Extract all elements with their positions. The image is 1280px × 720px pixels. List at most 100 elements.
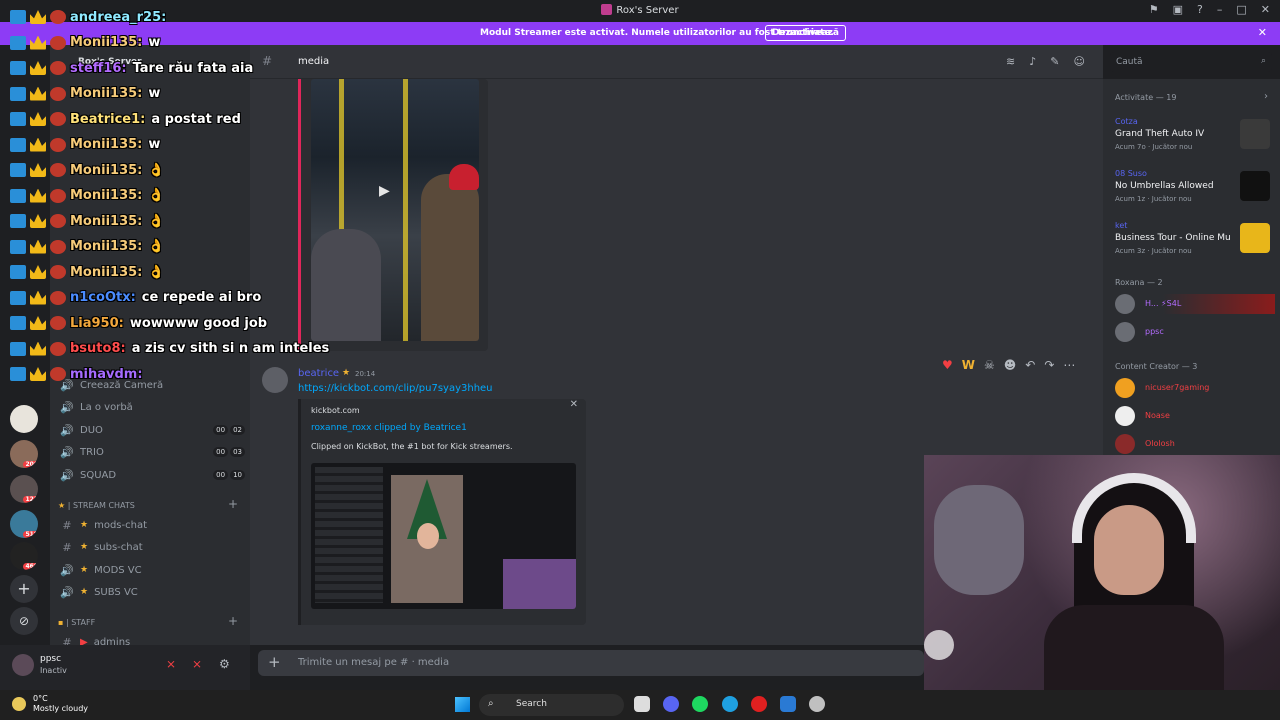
chevron-right-icon[interactable]: › bbox=[1264, 91, 1268, 102]
channel-header: # media ≋ ♪ ✎ ☺ bbox=[250, 45, 1103, 79]
embed-title[interactable]: roxanne_roxx clipped by Beatrice1 bbox=[311, 423, 467, 433]
member-item[interactable]: ppsc bbox=[1115, 322, 1275, 342]
channel-label: MODS VC bbox=[94, 564, 142, 576]
streamer-body bbox=[1044, 605, 1224, 690]
remove-embed-icon[interactable]: ✕ bbox=[570, 399, 578, 410]
reply-icon[interactable]: ↶ bbox=[1025, 358, 1035, 372]
add-channel-icon[interactable]: + bbox=[228, 497, 238, 511]
close-banner-icon[interactable]: ✕ bbox=[1258, 26, 1267, 39]
message-composer[interactable]: + Trimite un mesaj pe # · media bbox=[258, 650, 924, 676]
member-item[interactable]: nicuser7gaming bbox=[1115, 378, 1275, 398]
channel-label: subs-chat bbox=[94, 541, 143, 553]
channel-squad[interactable]: 🔊 SQUAD 00 10 bbox=[60, 465, 245, 485]
user-count: 00 10 bbox=[213, 470, 245, 480]
embed-image[interactable] bbox=[311, 463, 576, 609]
activity-game: Grand Theft Auto IV bbox=[1115, 129, 1205, 139]
category-stream-chats[interactable]: ★ | STREAM CHATS bbox=[58, 501, 135, 510]
search-input[interactable]: Caută ⌕ bbox=[1110, 52, 1272, 72]
voice-icon: 🔊 bbox=[60, 468, 74, 482]
activity-card[interactable]: 08 Suso No Umbrellas Allowed Acum 1z · J… bbox=[1111, 167, 1272, 211]
attach-icon[interactable]: + bbox=[268, 653, 281, 671]
channel-admins[interactable]: # ▶ admins bbox=[60, 632, 245, 646]
notifications-icon[interactable]: ♪ bbox=[1029, 55, 1036, 68]
recorder-icon[interactable] bbox=[751, 696, 767, 712]
hash-icon: # bbox=[62, 518, 72, 532]
channel-trio[interactable]: 🔊 TRIO 00 03 bbox=[60, 442, 245, 462]
add-channel-icon[interactable]: + bbox=[228, 614, 238, 628]
server-icon[interactable]: 518 bbox=[10, 510, 38, 538]
category-label: | STAFF bbox=[65, 618, 96, 627]
discover-icon[interactable]: ⊘ bbox=[10, 607, 38, 635]
member-item[interactable]: Noase bbox=[1115, 406, 1275, 426]
close-button[interactable]: ✕ bbox=[1261, 3, 1270, 16]
plush-toy bbox=[934, 485, 1024, 595]
channel-lounge[interactable]: 🔊 La o vorbă bbox=[60, 397, 245, 417]
message-actions: ♥ W ☠ ☻ ↶ ↷ ⋯ bbox=[942, 358, 1076, 372]
temperature: 0°C bbox=[33, 694, 48, 703]
maximize-button[interactable]: □ bbox=[1236, 3, 1246, 16]
spotify-icon[interactable] bbox=[692, 696, 708, 712]
pin-icon[interactable]: ✎ bbox=[1050, 55, 1059, 68]
taskbar-search[interactable]: ⌕ Search bbox=[479, 694, 624, 716]
header-toolbar: ≋ ♪ ✎ ☺ bbox=[1006, 55, 1085, 68]
file-explorer-icon[interactable] bbox=[634, 696, 650, 712]
channel-label: Creează Cameră bbox=[80, 379, 164, 391]
server-icon[interactable]: 460 bbox=[10, 542, 38, 570]
inbox-icon[interactable]: ⚑ bbox=[1149, 3, 1159, 16]
member-item[interactable]: Ololosh bbox=[1115, 434, 1275, 454]
store-icon[interactable] bbox=[780, 696, 796, 712]
server-icon[interactable]: 121 bbox=[10, 475, 38, 503]
disable-streamer-mode-button[interactable]: Dezactivează bbox=[765, 25, 846, 41]
heart-reaction-icon[interactable]: ♥ bbox=[942, 358, 953, 372]
avatar[interactable] bbox=[12, 654, 34, 676]
server-icon[interactable] bbox=[10, 405, 38, 433]
video-thumbnail[interactable]: ▶ bbox=[311, 79, 479, 341]
windows-start-icon[interactable] bbox=[455, 697, 470, 712]
activity-card[interactable]: ket Business Tour - Online Mul... Acum 3… bbox=[1111, 219, 1272, 263]
add-server-icon[interactable]: + bbox=[10, 575, 38, 603]
minimize-button[interactable]: – bbox=[1217, 3, 1223, 16]
screen-icon[interactable]: ▣ bbox=[1173, 3, 1183, 16]
threads-icon[interactable]: ≋ bbox=[1006, 55, 1015, 68]
add-reaction-icon[interactable]: ☻ bbox=[1004, 358, 1017, 372]
skull-reaction-icon[interactable]: ☠ bbox=[984, 358, 995, 372]
settings-gear-icon[interactable]: ⚙ bbox=[219, 657, 230, 671]
member-item[interactable]: H... ⚡S4L bbox=[1115, 294, 1275, 314]
server-name[interactable]: Rox's Server bbox=[78, 57, 142, 67]
channel-create-room[interactable]: 🔊 Creează Cameră bbox=[60, 375, 245, 395]
channel-mods-chat[interactable]: # ★ mods-chat bbox=[60, 515, 245, 535]
voice-icon: 🔊 bbox=[60, 400, 74, 414]
channel-mods-vc[interactable]: 🔊 ★ MODS VC bbox=[60, 560, 245, 580]
members-icon[interactable]: ☺ bbox=[1073, 55, 1084, 68]
user-count: 00 02 bbox=[213, 425, 245, 435]
webcam-frame bbox=[503, 559, 576, 609]
more-icon[interactable]: ⋯ bbox=[1063, 358, 1075, 372]
user-status: Inactiv bbox=[40, 666, 67, 675]
edge-icon[interactable] bbox=[722, 696, 738, 712]
mic-muted-icon[interactable]: ⨯ bbox=[166, 657, 176, 671]
star-icon: ★ bbox=[342, 368, 351, 378]
help-icon[interactable]: ? bbox=[1197, 3, 1203, 16]
category-staff[interactable]: ▪ | STAFF bbox=[58, 618, 95, 627]
play-icon[interactable]: ▶ bbox=[379, 183, 390, 199]
discord-icon[interactable] bbox=[663, 696, 679, 712]
settings-app-icon[interactable] bbox=[809, 696, 825, 712]
channel-subs-chat[interactable]: # ★ subs-chat bbox=[60, 537, 245, 557]
voice-icon: 🔊 bbox=[60, 563, 74, 577]
message-timestamp: 20:14 bbox=[355, 370, 376, 378]
activity-time: Acum 1z · Jucător nou bbox=[1115, 195, 1192, 203]
w-reaction-icon[interactable]: W bbox=[962, 358, 975, 372]
forward-icon[interactable]: ↷ bbox=[1044, 358, 1054, 372]
avatar[interactable] bbox=[262, 367, 288, 393]
message-link[interactable]: https://kickbot.com/clip/pu7syay3hheu bbox=[298, 383, 493, 394]
activity-card[interactable]: Cotza Grand Theft Auto IV Acum 7o · Jucă… bbox=[1111, 115, 1272, 159]
search-placeholder: Caută bbox=[1116, 57, 1143, 67]
search-label: Search bbox=[516, 699, 547, 709]
channel-duo[interactable]: 🔊 DUO 00 02 bbox=[60, 420, 245, 440]
channel-subs-vc[interactable]: 🔊 ★ SUBS VC bbox=[60, 582, 245, 602]
star-icon: ★ bbox=[80, 587, 89, 597]
message-author[interactable]: beatrice bbox=[298, 368, 339, 379]
deafened-icon[interactable]: ⨯ bbox=[192, 657, 202, 671]
server-logo-icon bbox=[601, 4, 613, 15]
server-icon[interactable]: 206 bbox=[10, 440, 38, 468]
